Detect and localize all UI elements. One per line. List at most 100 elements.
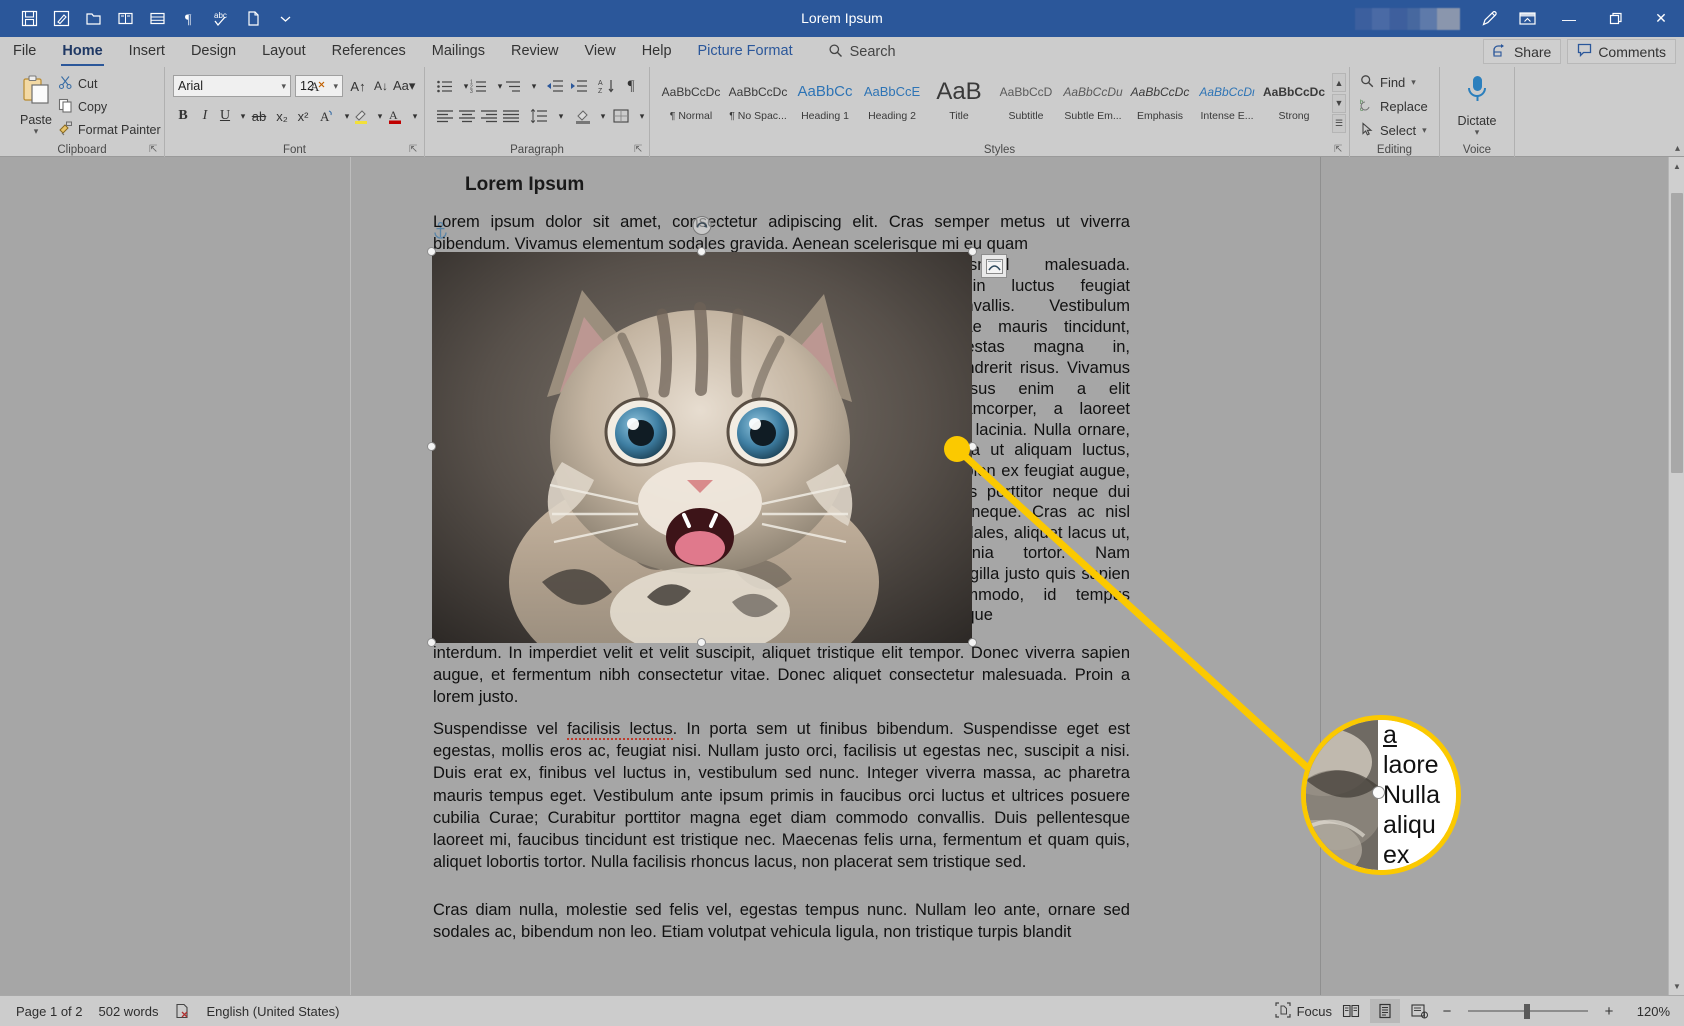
borders-caret-icon[interactable]: ▾ xyxy=(632,105,652,127)
tab-design[interactable]: Design xyxy=(178,37,249,67)
chevron-down-icon[interactable]: ▾ xyxy=(1422,125,1427,136)
paste-caret-icon[interactable]: ▾ xyxy=(10,127,62,136)
select-button[interactable]: Select ▾ xyxy=(1360,122,1427,139)
proofing-errors-icon[interactable] xyxy=(174,1003,190,1019)
scroll-up-icon[interactable]: ▲ xyxy=(1669,157,1684,175)
styles-more-icon[interactable]: ☰ xyxy=(1332,114,1346,133)
clipboard-dialog-launcher[interactable]: ⇱ xyxy=(149,144,160,155)
text-effects-icon[interactable]: A xyxy=(317,105,337,127)
tab-view[interactable]: View xyxy=(572,37,629,67)
save-icon[interactable] xyxy=(14,5,44,33)
tab-insert[interactable]: Insert xyxy=(116,37,178,67)
dictate-caret-icon[interactable]: ▾ xyxy=(1447,128,1507,137)
minimize-button[interactable]: — xyxy=(1546,0,1592,37)
font-color-caret-icon[interactable]: ▾ xyxy=(405,105,425,127)
subscript-icon[interactable]: x₂ xyxy=(272,105,292,127)
align-right-icon[interactable] xyxy=(479,105,499,127)
kitten-photo[interactable] xyxy=(432,252,972,643)
paragraph-dialog-launcher[interactable]: ⇱ xyxy=(634,144,645,155)
focus-button[interactable]: Focus xyxy=(1274,1001,1332,1021)
cut-button[interactable]: Cut xyxy=(58,75,97,93)
zoom-in-button[interactable]: + xyxy=(1600,1003,1618,1020)
close-button[interactable]: ✕ xyxy=(1638,0,1684,37)
resize-handle-s[interactable] xyxy=(697,638,706,647)
font-color-icon[interactable]: A xyxy=(385,105,405,127)
rotate-icon[interactable] xyxy=(692,216,712,235)
resize-handle-w[interactable] xyxy=(427,442,436,451)
tab-layout[interactable]: Layout xyxy=(249,37,319,67)
tab-mailings[interactable]: Mailings xyxy=(419,37,498,67)
tab-home[interactable]: Home xyxy=(49,37,115,67)
line-spacing-caret-icon[interactable]: ▾ xyxy=(551,105,571,127)
collapse-ribbon-icon[interactable]: ▴ xyxy=(1675,143,1680,154)
tab-picture-format[interactable]: Picture Format xyxy=(685,37,806,67)
tab-review[interactable]: Review xyxy=(498,37,572,67)
style-no-spacing[interactable]: AaBbCcDc ¶ No Spac... xyxy=(725,73,791,133)
justify-icon[interactable] xyxy=(501,105,521,127)
word-count[interactable]: 502 words xyxy=(99,1004,159,1019)
shading-icon[interactable] xyxy=(573,105,593,127)
scrollbar-thumb[interactable] xyxy=(1671,193,1683,473)
strikethrough-icon[interactable]: ab xyxy=(249,105,269,127)
ribbon-display-icon[interactable] xyxy=(1508,4,1546,34)
resize-handle-se[interactable] xyxy=(968,638,977,647)
styles-scroll-down-icon[interactable]: ▼ xyxy=(1332,93,1346,113)
increase-indent-icon[interactable] xyxy=(569,75,589,97)
bullets-icon[interactable] xyxy=(435,75,455,97)
document-canvas[interactable]: Lorem Ipsum Lorem ipsum dolor sit amet, … xyxy=(0,157,1684,995)
sort-icon[interactable]: AZ xyxy=(597,75,617,97)
style-subtitle[interactable]: AaBbCcD Subtitle xyxy=(993,73,1059,133)
spelling-icon[interactable]: abc xyxy=(206,5,236,33)
align-left-icon[interactable] xyxy=(435,105,455,127)
superscript-icon[interactable]: x² xyxy=(293,105,313,127)
resize-handle-sw[interactable] xyxy=(427,638,436,647)
comments-button[interactable]: Comments xyxy=(1567,39,1676,64)
shading-caret-icon[interactable]: ▾ xyxy=(593,105,613,127)
style-subtle-emphasis[interactable]: AaBbCcDu Subtle Em... xyxy=(1060,73,1126,133)
search-input[interactable]: Search xyxy=(828,37,896,67)
copy-button[interactable]: Copy xyxy=(58,98,107,116)
decrease-indent-icon[interactable] xyxy=(545,75,565,97)
resize-handle-n[interactable] xyxy=(697,247,706,256)
style-heading-2[interactable]: AaBbCcE Heading 2 xyxy=(859,73,925,133)
spelling-error-text[interactable]: facilisis lectus xyxy=(567,720,673,740)
numbering-icon[interactable]: 123 xyxy=(469,75,489,97)
scroll-down-icon[interactable]: ▼ xyxy=(1669,977,1684,995)
style-title[interactable]: AaB Title xyxy=(926,73,992,133)
grow-font-icon[interactable]: A↑ xyxy=(348,75,368,97)
tab-help[interactable]: Help xyxy=(629,37,685,67)
web-layout-icon[interactable] xyxy=(1404,999,1434,1023)
print-layout-icon[interactable] xyxy=(1370,999,1400,1023)
text-highlight-icon[interactable] xyxy=(351,105,371,127)
bold-icon[interactable]: B xyxy=(173,105,193,127)
paragraph-2[interactable]: Suspendisse vel facilisis lectus. In por… xyxy=(433,718,1130,873)
styles-scrollbar[interactable]: ▲ ▼ ☰ xyxy=(1332,73,1346,133)
styles-scroll-up-icon[interactable]: ▲ xyxy=(1332,73,1346,92)
show-formatting-marks-icon[interactable]: ¶ xyxy=(621,75,641,97)
page-indicator[interactable]: Page 1 of 2 xyxy=(16,1004,83,1019)
resize-handle-e[interactable] xyxy=(968,442,977,451)
open-icon[interactable] xyxy=(78,5,108,33)
clear-formatting-icon[interactable]: A xyxy=(308,75,328,97)
restore-button[interactable] xyxy=(1592,0,1638,37)
format-painter-button[interactable]: Format Painter xyxy=(58,121,161,139)
paragraph-1-wrap-column[interactable]: euismod malesuada. Proin luctus feugiat … xyxy=(947,255,1130,626)
pen-icon[interactable] xyxy=(1470,4,1508,34)
chevron-down-icon[interactable] xyxy=(270,5,300,33)
font-name-combo[interactable]: Arial ▾ xyxy=(173,75,291,97)
pilcrow-icon[interactable]: ¶ xyxy=(174,5,204,33)
chevron-down-icon[interactable]: ▾ xyxy=(1411,77,1416,88)
autosave-icon[interactable] xyxy=(46,5,76,33)
read-mode-icon[interactable] xyxy=(1336,999,1366,1023)
multilevel-caret-icon[interactable]: ▾ xyxy=(524,75,544,97)
shrink-font-icon[interactable]: A↓ xyxy=(371,75,391,97)
font-dialog-launcher[interactable]: ⇱ xyxy=(409,144,420,155)
tab-references[interactable]: References xyxy=(319,37,419,67)
resize-handle-nw[interactable] xyxy=(427,247,436,256)
line-spacing-icon[interactable] xyxy=(529,105,549,127)
replace-button[interactable]: bc Replace xyxy=(1360,98,1428,115)
style-normal[interactable]: AaBbCcDc ¶ Normal xyxy=(658,73,724,133)
document-page[interactable]: Lorem Ipsum Lorem ipsum dolor sit amet, … xyxy=(350,157,1321,995)
underline-icon[interactable]: U xyxy=(215,105,235,127)
vertical-scrollbar[interactable]: ▲ ▼ xyxy=(1668,157,1684,995)
